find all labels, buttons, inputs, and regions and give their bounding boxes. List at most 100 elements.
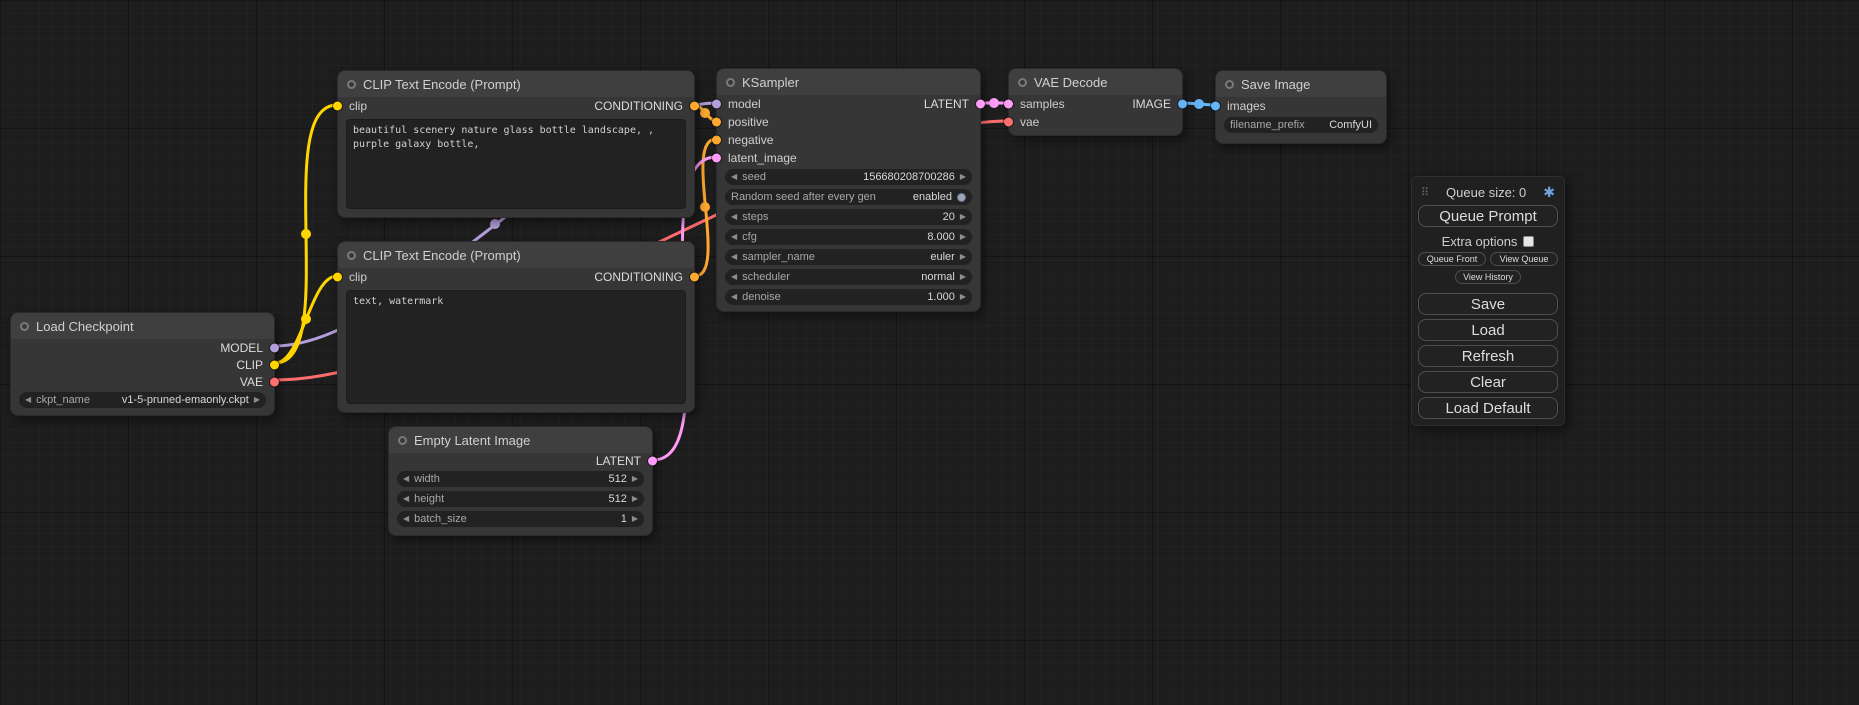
clear-button[interactable]: Clear (1418, 371, 1558, 393)
collapse-dot-icon[interactable] (726, 78, 735, 87)
images-input-dot[interactable] (1211, 102, 1220, 111)
slot-label: VAE (240, 375, 263, 389)
decrement-arrow-icon[interactable]: ◀ (731, 273, 737, 281)
drag-handle-icon[interactable]: ⠿ (1421, 186, 1429, 199)
decrement-arrow-icon[interactable]: ◀ (25, 396, 31, 404)
increment-arrow-icon[interactable]: ▶ (960, 173, 966, 181)
toggle-dot[interactable] (957, 193, 966, 202)
samples-input-dot[interactable] (1004, 100, 1013, 109)
decrement-arrow-icon[interactable]: ◀ (731, 173, 737, 181)
widget-filename-prefix[interactable]: filename_prefix ComfyUI (1224, 117, 1378, 133)
decrement-arrow-icon[interactable]: ◀ (731, 253, 737, 261)
load-default-button[interactable]: Load Default (1418, 397, 1558, 419)
increment-arrow-icon[interactable]: ▶ (632, 475, 638, 483)
latent-output-dot[interactable] (976, 100, 985, 109)
increment-arrow-icon[interactable]: ▶ (960, 273, 966, 281)
conditioning-output-dot[interactable] (690, 273, 699, 282)
widget-denoise[interactable]: ◀ denoise 1.000 ▶ (725, 289, 972, 305)
widget-height[interactable]: ◀ height 512 ▶ (397, 491, 644, 507)
settings-gear-icon[interactable]: ✱ (1543, 184, 1555, 201)
image-output-dot[interactable] (1178, 100, 1187, 109)
slot-label: CLIP (236, 358, 263, 372)
slot-label: vae (1020, 115, 1039, 129)
wire-clip-to-positive-prompt (275, 105, 337, 363)
decrement-arrow-icon[interactable]: ◀ (731, 233, 737, 241)
node-title-bar[interactable]: KSampler (717, 69, 980, 95)
model-output-dot[interactable] (270, 343, 279, 352)
extra-options-checkbox[interactable] (1523, 236, 1534, 247)
node-vae-decode[interactable]: VAE Decode samples IMAGE vae (1008, 68, 1183, 136)
node-title-bar[interactable]: Save Image (1216, 71, 1386, 97)
model-input-dot[interactable] (712, 100, 721, 109)
prompt-textarea[interactable]: text, watermark (346, 290, 686, 404)
widget-width[interactable]: ◀ width 512 ▶ (397, 471, 644, 487)
save-button[interactable]: Save (1418, 293, 1558, 315)
collapse-dot-icon[interactable] (347, 251, 356, 260)
collapse-dot-icon[interactable] (1018, 78, 1027, 87)
view-history-button[interactable]: View History (1455, 270, 1521, 284)
collapse-dot-icon[interactable] (398, 436, 407, 445)
collapse-dot-icon[interactable] (20, 322, 29, 331)
node-title-bar[interactable]: CLIP Text Encode (Prompt) (338, 71, 694, 97)
widget-random-seed-toggle[interactable]: Random seed after every gen enabled (725, 189, 972, 205)
node-title: Load Checkpoint (36, 319, 134, 334)
widget-ckpt-name[interactable]: ◀ ckpt_name v1-5-pruned-emaonly.ckpt ▶ (19, 392, 266, 408)
vae-output-dot[interactable] (270, 377, 279, 386)
widget-steps[interactable]: ◀ steps 20 ▶ (725, 209, 972, 225)
conditioning-output-dot[interactable] (690, 102, 699, 111)
widget-value: 1.000 (927, 291, 955, 303)
widget-scheduler[interactable]: ◀ scheduler normal ▶ (725, 269, 972, 285)
view-queue-button[interactable]: View Queue (1490, 252, 1558, 266)
decrement-arrow-icon[interactable]: ◀ (403, 515, 409, 523)
widget-value: 512 (608, 493, 626, 505)
node-save-image[interactable]: Save Image images filename_prefix ComfyU… (1215, 70, 1387, 144)
increment-arrow-icon[interactable]: ▶ (960, 213, 966, 221)
decrement-arrow-icon[interactable]: ◀ (731, 213, 737, 221)
clip-output-dot[interactable] (270, 360, 279, 369)
node-graph-canvas[interactable]: Load Checkpoint MODEL CLIP VAE ◀ ckpt_na… (0, 0, 1859, 705)
node-title-bar[interactable]: Load Checkpoint (11, 313, 274, 339)
load-button[interactable]: Load (1418, 319, 1558, 341)
queue-size-label: Queue size: 0 (1446, 185, 1526, 200)
widget-name: seed (742, 171, 766, 183)
increment-arrow-icon[interactable]: ▶ (960, 233, 966, 241)
increment-arrow-icon[interactable]: ▶ (254, 396, 260, 404)
increment-arrow-icon[interactable]: ▶ (632, 495, 638, 503)
widget-seed[interactable]: ◀ seed 156680208700286 ▶ (725, 169, 972, 185)
decrement-arrow-icon[interactable]: ◀ (403, 475, 409, 483)
increment-arrow-icon[interactable]: ▶ (632, 515, 638, 523)
queue-front-button[interactable]: Queue Front (1418, 252, 1486, 266)
queue-prompt-button[interactable]: Queue Prompt (1418, 205, 1558, 227)
output-slot-vae: VAE (11, 373, 274, 390)
node-title-bar[interactable]: Empty Latent Image (389, 427, 652, 453)
latent-image-input-dot[interactable] (712, 154, 721, 163)
clip-input-dot[interactable] (333, 273, 342, 282)
vae-input-dot[interactable] (1004, 118, 1013, 127)
positive-input-dot[interactable] (712, 118, 721, 127)
node-title-bar[interactable]: VAE Decode (1009, 69, 1182, 95)
negative-input-dot[interactable] (712, 136, 721, 145)
increment-arrow-icon[interactable]: ▶ (960, 253, 966, 261)
node-ksampler[interactable]: KSampler model LATENT positive negative … (716, 68, 981, 312)
slot-label: CONDITIONING (594, 270, 683, 284)
widget-value: euler (930, 251, 954, 263)
node-clip-text-encode-positive[interactable]: CLIP Text Encode (Prompt) clip CONDITION… (337, 70, 695, 218)
decrement-arrow-icon[interactable]: ◀ (731, 293, 737, 301)
prompt-textarea[interactable]: beautiful scenery nature glass bottle la… (346, 119, 686, 209)
widget-cfg[interactable]: ◀ cfg 8.000 ▶ (725, 229, 972, 245)
widget-value: 8.000 (927, 231, 955, 243)
widget-sampler-name[interactable]: ◀ sampler_name euler ▶ (725, 249, 972, 265)
clip-input-dot[interactable] (333, 102, 342, 111)
increment-arrow-icon[interactable]: ▶ (960, 293, 966, 301)
collapse-dot-icon[interactable] (1225, 80, 1234, 89)
slot-row: clip CONDITIONING (338, 268, 694, 286)
node-clip-text-encode-negative[interactable]: CLIP Text Encode (Prompt) clip CONDITION… (337, 241, 695, 413)
widget-batch-size[interactable]: ◀ batch_size 1 ▶ (397, 511, 644, 527)
refresh-button[interactable]: Refresh (1418, 345, 1558, 367)
collapse-dot-icon[interactable] (347, 80, 356, 89)
node-load-checkpoint[interactable]: Load Checkpoint MODEL CLIP VAE ◀ ckpt_na… (10, 312, 275, 416)
node-title-bar[interactable]: CLIP Text Encode (Prompt) (338, 242, 694, 268)
latent-output-dot[interactable] (648, 457, 657, 466)
node-empty-latent-image[interactable]: Empty Latent Image LATENT ◀ width 512 ▶ … (388, 426, 653, 536)
decrement-arrow-icon[interactable]: ◀ (403, 495, 409, 503)
